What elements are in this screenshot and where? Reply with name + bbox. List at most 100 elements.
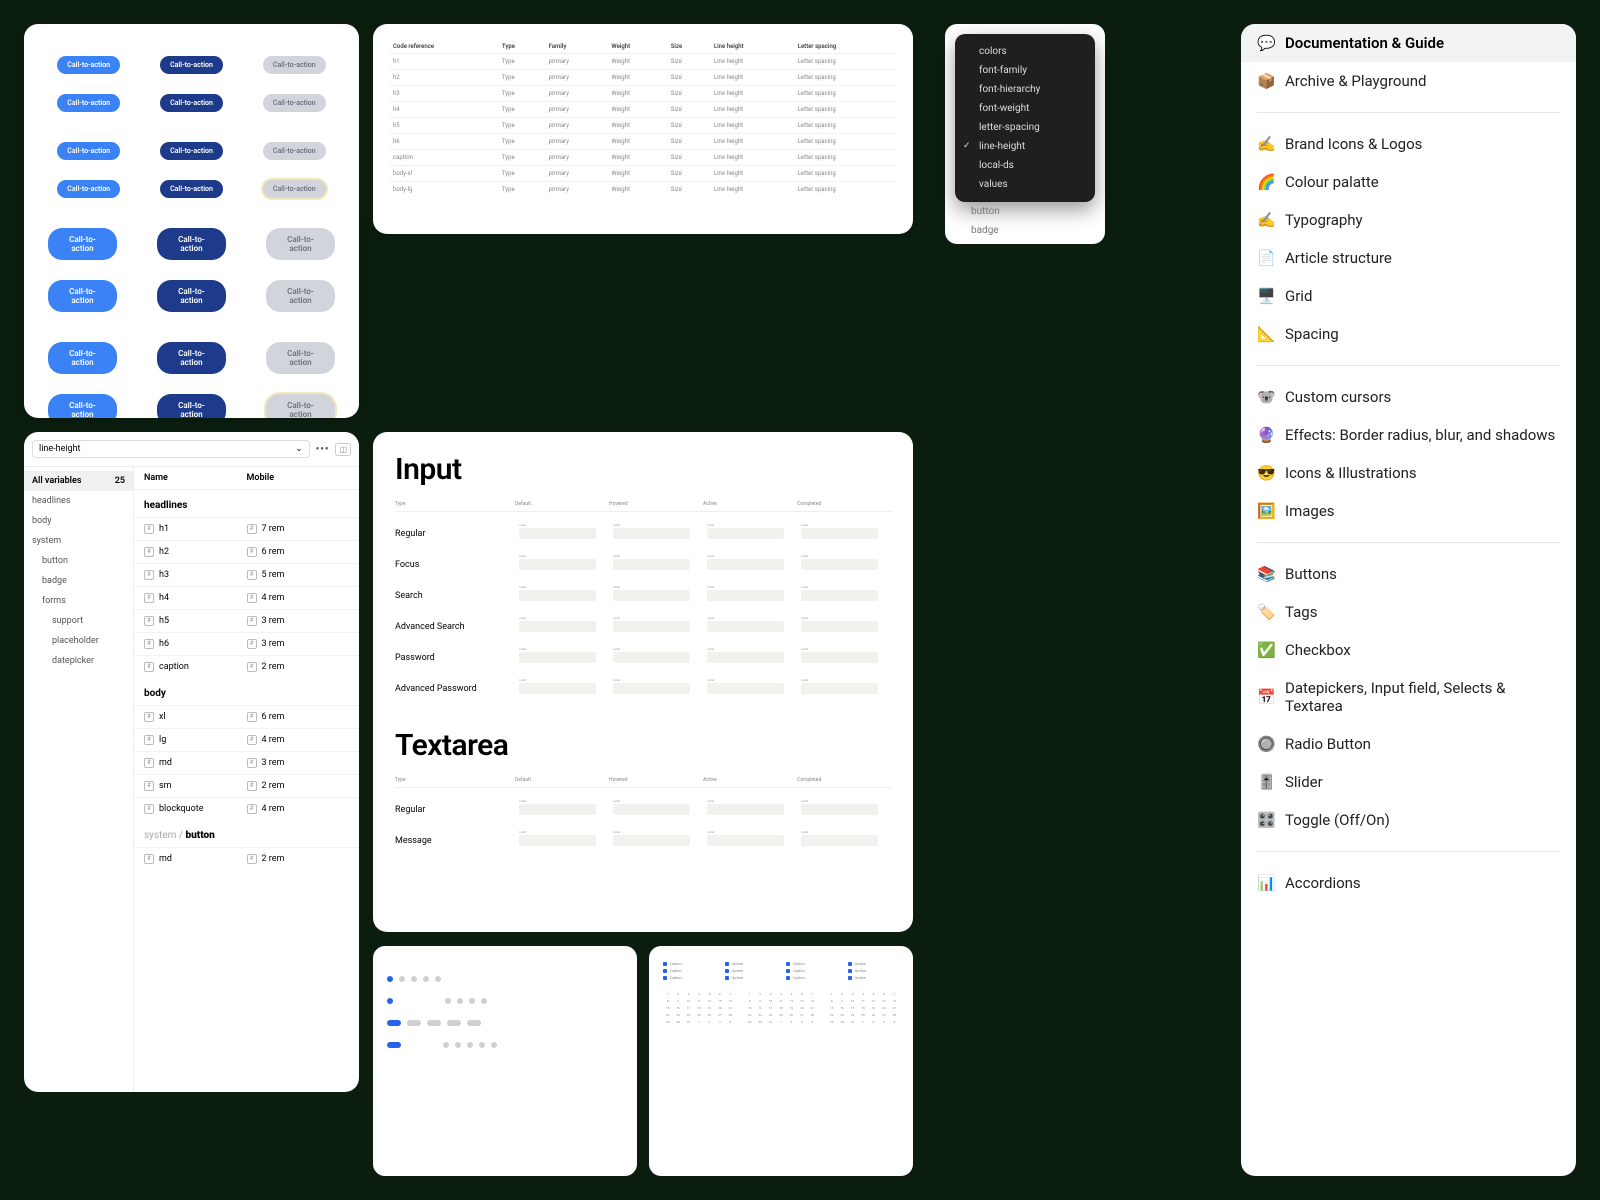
tree-node[interactable]: badge — [24, 571, 133, 591]
variable-row[interactable]: #sm#2 rem — [134, 774, 359, 797]
sidebar-item[interactable]: 📐Spacing — [1241, 315, 1576, 353]
sidebar-item[interactable]: 🖼️Images — [1241, 492, 1576, 530]
variable-count: 25 — [115, 476, 125, 486]
cta-blue[interactable]: Call-to-action — [57, 94, 120, 112]
tree-node[interactable]: button — [24, 551, 133, 571]
ctx-item-font-family[interactable]: font-family — [955, 61, 1095, 80]
cta-darkblue[interactable]: Call-to-action — [160, 56, 223, 74]
sidebar-item[interactable]: 📊Accordions — [1241, 864, 1576, 902]
sidebar-item[interactable]: 📚Buttons — [1241, 555, 1576, 593]
input-preview: Label — [519, 559, 596, 570]
sidebar-item-icon: 😎 — [1257, 464, 1275, 482]
cta-grey-lg[interactable]: Call-to-action — [266, 280, 335, 312]
ctx-item-values[interactable]: values — [955, 175, 1095, 194]
cta-grey-lg[interactable]: Call-to-action — [266, 342, 335, 374]
variable-row[interactable]: #blockquote#4 rem — [134, 797, 359, 820]
sidebar-item[interactable]: 📦Archive & Playground — [1241, 62, 1576, 100]
tree-node[interactable]: body — [24, 511, 133, 531]
ctx-item-letter-spacing[interactable]: letter-spacing — [955, 118, 1095, 137]
ctx-item-font-hierarchy[interactable]: font-hierarchy — [955, 80, 1095, 99]
cta-grey[interactable]: Call-to-action — [263, 56, 326, 74]
tree-node[interactable]: placeholder — [24, 631, 133, 651]
variable-row[interactable]: #h2#6 rem — [134, 540, 359, 563]
sidebar-item[interactable]: 🎛️Toggle (Off/On) — [1241, 801, 1576, 839]
sidebar-item-icon: 🖼️ — [1257, 502, 1275, 520]
variable-collection-select[interactable]: line-height⌄ — [32, 440, 310, 458]
all-variables-label[interactable]: All variables — [32, 476, 81, 486]
cta-grey-lg-outlined[interactable]: Call-to-action — [266, 394, 335, 418]
cta-blue-lg[interactable]: Call-to-action — [48, 280, 117, 312]
sidebar-item-label: Archive & Playground — [1285, 72, 1426, 90]
input-preview: Label — [613, 559, 690, 570]
cta-blue-lg[interactable]: Call-to-action — [48, 228, 117, 260]
sidebar-item-label: Slider — [1285, 773, 1323, 791]
input-preview: Label — [707, 590, 784, 601]
sidebar-item-icon: 🌈 — [1257, 173, 1275, 191]
sidebar-item[interactable]: 🏷️Tags — [1241, 593, 1576, 631]
input-preview: Label — [801, 559, 878, 570]
sidebar-item-label: Radio Button — [1285, 735, 1371, 753]
cta-grey[interactable]: Call-to-action — [263, 94, 326, 112]
tree-node[interactable]: system — [24, 531, 133, 551]
sidebar-toggle-icon[interactable]: ◫ — [335, 443, 351, 456]
chevron-down-icon: ⌄ — [295, 444, 303, 454]
ctx-item-line-height[interactable]: line-height — [955, 137, 1095, 156]
spec-row-label: Advanced Password — [395, 684, 515, 694]
variable-row[interactable]: #h4#4 rem — [134, 586, 359, 609]
sidebar-item[interactable]: 🖥️Grid — [1241, 277, 1576, 315]
cta-darkblue[interactable]: Call-to-action — [160, 94, 223, 112]
cta-blue-lg[interactable]: Call-to-action — [48, 342, 117, 374]
sidebar-item-icon: 🎛️ — [1257, 811, 1275, 829]
cta-darkblue-lg[interactable]: Call-to-action — [157, 280, 226, 312]
sidebar-item[interactable]: ✍️Typography — [1241, 201, 1576, 239]
sidebar-item[interactable]: 📄Article structure — [1241, 239, 1576, 277]
variable-row[interactable]: #md#3 rem — [134, 751, 359, 774]
input-preview: Label — [613, 683, 690, 694]
cta-blue-lg[interactable]: Call-to-action — [48, 394, 117, 418]
variable-row[interactable]: #caption#2 rem — [134, 655, 359, 678]
cta-blue[interactable]: Call-to-action — [57, 56, 120, 74]
sidebar-item[interactable]: ✍️Brand Icons & Logos — [1241, 125, 1576, 163]
variable-row[interactable]: #md#2 rem — [134, 847, 359, 870]
sidebar-header[interactable]: 💬 Documentation & Guide — [1241, 24, 1576, 62]
cta-grey[interactable]: Call-to-action — [263, 142, 326, 160]
tree-node[interactable]: forms — [24, 591, 133, 611]
cta-darkblue-lg[interactable]: Call-to-action — [157, 228, 226, 260]
ctx-item-colors[interactable]: colors — [955, 42, 1095, 61]
tree-node[interactable]: datepicker — [24, 651, 133, 671]
tree-node[interactable]: support — [24, 611, 133, 631]
sidebar-item-icon: ✍️ — [1257, 211, 1275, 229]
vars-col-mobile: Mobile — [247, 473, 350, 483]
variable-row[interactable]: #h5#3 rem — [134, 609, 359, 632]
cta-blue[interactable]: Call-to-action — [57, 180, 120, 198]
more-icon[interactable]: ••• — [316, 444, 330, 455]
ctx-item-font-weight[interactable]: font-weight — [955, 99, 1095, 118]
sidebar-item[interactable]: ✅Checkbox — [1241, 631, 1576, 669]
cta-darkblue[interactable]: Call-to-action — [160, 142, 223, 160]
context-menu[interactable]: colorsfont-familyfont-hierarchyfont-weig… — [955, 34, 1095, 202]
sidebar-item[interactable]: 📅Datepickers, Input field, Selects & Tex… — [1241, 669, 1576, 725]
variable-row[interactable]: #h1#7 rem — [134, 517, 359, 540]
cta-grey-lg[interactable]: Call-to-action — [266, 228, 335, 260]
cta-darkblue[interactable]: Call-to-action — [160, 180, 223, 198]
variable-row[interactable]: #xl#6 rem — [134, 705, 359, 728]
input-preview: Label — [519, 621, 596, 632]
cta-darkblue-lg[interactable]: Call-to-action — [157, 394, 226, 418]
cta-darkblue-lg[interactable]: Call-to-action — [157, 342, 226, 374]
vars-col-name: Name — [144, 473, 247, 483]
input-preview: Label — [801, 590, 878, 601]
tree-node[interactable]: headlines — [24, 491, 133, 511]
sidebar-item[interactable]: 😎Icons & Illustrations — [1241, 454, 1576, 492]
sidebar-item[interactable]: 🎚️Slider — [1241, 763, 1576, 801]
cta-grey-outlined[interactable]: Call-to-action — [263, 180, 326, 198]
cta-blue[interactable]: Call-to-action — [57, 142, 120, 160]
sidebar-item[interactable]: 🌈Colour palatte — [1241, 163, 1576, 201]
variable-row[interactable]: #lg#4 rem — [134, 728, 359, 751]
ctx-item-local-ds[interactable]: local-ds — [955, 156, 1095, 175]
variable-row[interactable]: #h6#3 rem — [134, 632, 359, 655]
pagination-thumb — [373, 946, 637, 1176]
variable-row[interactable]: #h3#5 rem — [134, 563, 359, 586]
sidebar-item[interactable]: 🔮Effects: Border radius, blur, and shado… — [1241, 416, 1576, 454]
sidebar-item[interactable]: 🐨Custom cursors — [1241, 378, 1576, 416]
sidebar-item[interactable]: 🔘Radio Button — [1241, 725, 1576, 763]
